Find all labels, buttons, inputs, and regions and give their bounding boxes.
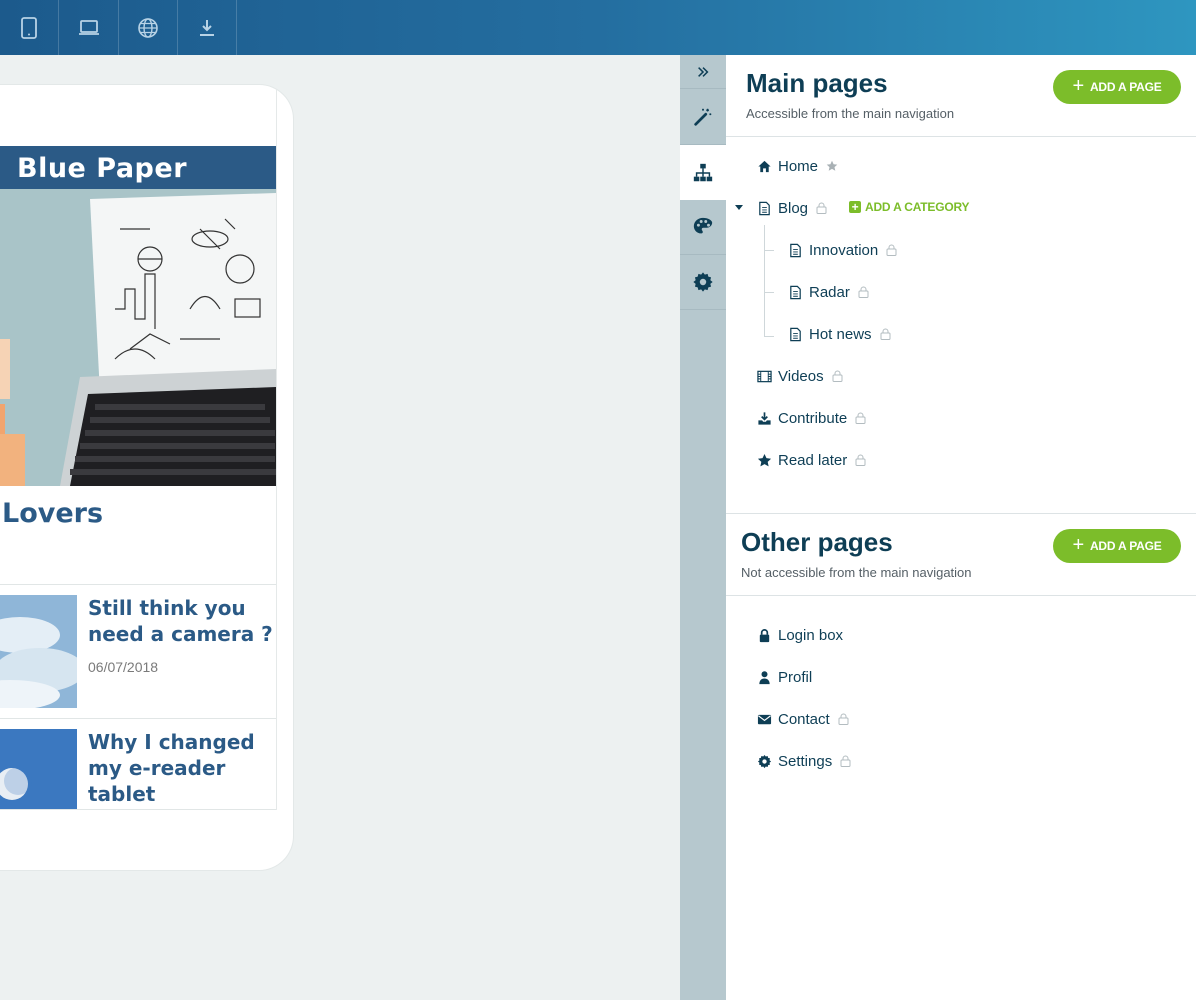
desktop-view-button[interactable] — [60, 0, 119, 55]
article-date: 06/07/2018 — [88, 659, 159, 675]
double-chevron-right-icon — [698, 66, 709, 77]
download-tray-icon — [756, 410, 772, 426]
gear-icon — [693, 272, 713, 292]
article-title[interactable]: Still think you need a camera ? — [88, 595, 278, 647]
page-item-home[interactable]: Home — [756, 154, 838, 178]
page-item-radar[interactable]: Radar — [787, 280, 870, 304]
featured-article-title: Lovers — [2, 498, 104, 529]
page-item-videos[interactable]: Videos — [756, 364, 844, 388]
page-item-contact[interactable]: Contact — [756, 707, 850, 731]
plus-icon: + — [1072, 75, 1084, 97]
strip-item-settings[interactable] — [680, 255, 726, 310]
lock-icon[interactable] — [855, 412, 867, 425]
strip-item-sitemap[interactable] — [680, 145, 726, 200]
publish-button[interactable] — [119, 0, 178, 55]
lock-solid-icon — [756, 627, 772, 643]
collapse-caret-icon[interactable] — [735, 205, 743, 210]
collapse-panel-button[interactable] — [680, 55, 726, 89]
lock-icon[interactable] — [832, 370, 844, 383]
page-item-blog[interactable]: Blog — [756, 196, 828, 220]
lock-icon[interactable] — [880, 328, 892, 341]
sitemap-icon — [693, 163, 713, 181]
download-icon — [200, 19, 214, 36]
plus-square-icon: + — [849, 201, 861, 213]
other-pages-title: Other pages — [741, 527, 893, 557]
lock-icon[interactable] — [855, 454, 867, 467]
site-title: Blue Paper — [17, 153, 188, 184]
lock-icon[interactable] — [886, 244, 898, 257]
divider — [726, 513, 1196, 514]
user-icon — [756, 669, 772, 685]
magic-wand-icon — [694, 108, 712, 126]
star-icon[interactable] — [826, 160, 838, 172]
strip-item-wizard[interactable] — [680, 90, 726, 145]
main-pages-title: Main pages — [746, 68, 888, 98]
page-item-hot-news[interactable]: Hot news — [787, 322, 892, 346]
divider — [0, 584, 276, 585]
hero-image — [0, 189, 276, 486]
article-thumbnail — [0, 729, 77, 809]
home-icon — [756, 158, 772, 174]
main-pages-subtitle: Accessible from the main navigation — [746, 106, 955, 121]
lock-icon[interactable] — [838, 713, 850, 726]
tree-connector — [764, 225, 765, 337]
document-icon — [787, 242, 803, 258]
tablet-icon — [21, 16, 37, 39]
page-item-innovation[interactable]: Innovation — [787, 238, 898, 262]
pages-panel: Main pages Accessible from the main navi… — [726, 55, 1196, 1000]
lock-icon[interactable] — [816, 202, 828, 215]
page-item-settings[interactable]: Settings — [756, 749, 852, 773]
divider — [726, 595, 1196, 596]
download-button[interactable] — [178, 0, 237, 55]
site-header: Blue Paper — [0, 146, 276, 189]
document-icon — [787, 326, 803, 342]
plus-icon: + — [1072, 534, 1084, 556]
divider — [726, 136, 1196, 137]
strip-item-design[interactable] — [680, 200, 726, 255]
page-item-profil[interactable]: Profil — [756, 665, 812, 689]
other-pages-subtitle: Not accessible from the main navigation — [741, 565, 972, 580]
palette-icon — [693, 217, 713, 234]
divider — [0, 718, 276, 719]
document-icon — [756, 200, 772, 216]
tree-connector — [764, 336, 774, 337]
tool-strip — [680, 55, 726, 1000]
tablet-view-button[interactable] — [0, 0, 59, 55]
page-item-login-box[interactable]: Login box — [756, 623, 843, 647]
envelope-icon — [756, 711, 772, 727]
lock-icon[interactable] — [858, 286, 870, 299]
add-category-button[interactable]: + ADD A CATEGORY — [849, 200, 970, 214]
content-edge — [276, 85, 277, 810]
page-item-read-later[interactable]: Read later — [756, 448, 867, 472]
divider — [0, 809, 276, 810]
page-item-contribute[interactable]: Contribute — [756, 406, 867, 430]
star-icon — [756, 452, 772, 468]
mobile-preview-frame: Blue Paper Lovers Still think you need a… — [0, 85, 293, 870]
tree-connector — [764, 250, 774, 251]
article-title[interactable]: Why I changed my e-reader tablet — [88, 729, 278, 807]
gear-icon — [756, 753, 772, 769]
document-icon — [787, 284, 803, 300]
preview-canvas: Blue Paper Lovers Still think you need a… — [0, 55, 680, 1000]
lock-icon[interactable] — [840, 755, 852, 768]
tree-connector — [764, 292, 774, 293]
top-toolbar — [0, 0, 1196, 55]
laptop-icon — [79, 19, 99, 35]
add-main-page-button[interactable]: + ADD A PAGE — [1053, 70, 1181, 104]
add-other-page-button[interactable]: + ADD A PAGE — [1053, 529, 1181, 563]
article-thumbnail — [0, 595, 77, 708]
globe-icon — [138, 17, 158, 38]
film-icon — [756, 368, 772, 384]
